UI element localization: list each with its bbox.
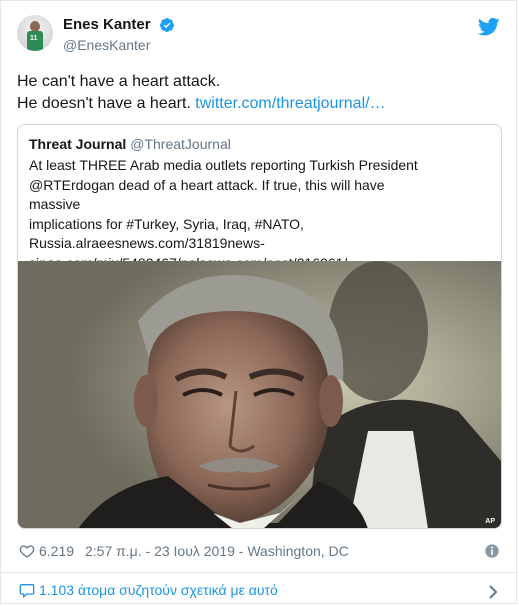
like-count[interactable]: 6.219	[39, 541, 74, 561]
info-icon[interactable]	[484, 543, 500, 559]
conversation-link[interactable]: 1.103 άτομα συζητούν σχετικά με αυτό	[17, 579, 500, 601]
footer-divider	[1, 572, 516, 573]
quoted-text-line: At least THREE Arab media outlets report…	[29, 157, 418, 173]
conversation-label: 1.103 άτομα συζητούν σχετικά με αυτό	[39, 582, 278, 598]
tweet-line-2: He doesn't have a heart. twitter.com/thr…	[17, 93, 500, 115]
quoted-text-line: implications for #Turkey, Syria, Iraq, #…	[29, 215, 304, 232]
heart-icon[interactable]	[19, 543, 35, 559]
jersey-number: 11	[30, 35, 38, 42]
tweet-meta: 6.219 2:57 π.μ. - 23 Ιουλ 2019 - Washing…	[17, 541, 500, 561]
tweet-card: 11 Enes Kanter @EnesKanter He can't have…	[0, 0, 517, 604]
speech-bubble-icon	[19, 582, 35, 599]
tweet-timestamp[interactable]: 2:57 π.μ. - 23 Ιουλ 2019 - Washington, D…	[85, 541, 349, 561]
tweet-text: He can't have a heart attack. He doesn't…	[17, 71, 500, 115]
quoted-tweet-text: At least THREE Arab media outlets report…	[29, 156, 439, 273]
quoted-tweet-link[interactable]: twitter.com/threatjournal/…	[195, 95, 385, 112]
photo-credit: AP	[485, 518, 495, 525]
quoted-tweet-photo[interactable]: AP	[18, 261, 501, 528]
author-display-name[interactable]: Enes Kanter	[63, 16, 151, 34]
quoted-author-handle: @ThreatJournal	[130, 136, 231, 152]
chevron-right-icon	[488, 583, 498, 599]
author-handle[interactable]: @EnesKanter	[63, 37, 175, 54]
twitter-bird-icon[interactable]	[477, 17, 500, 37]
tweet-header: 11 Enes Kanter @EnesKanter	[17, 15, 500, 59]
verified-badge-icon	[159, 17, 175, 33]
quoted-text-line: Russia.alraeesnews.com/31819news-	[29, 235, 265, 251]
tweet-line-2-text: He doesn't have a heart.	[17, 95, 196, 112]
quoted-tweet[interactable]: Threat Journal @ThreatJournal At least TH…	[17, 124, 502, 529]
author-names: Enes Kanter @EnesKanter	[63, 16, 175, 54]
quoted-author-name: Threat Journal	[29, 136, 127, 152]
avatar[interactable]: 11	[17, 15, 53, 51]
tweet-line-1: He can't have a heart attack.	[17, 73, 221, 90]
quoted-text-line: @RTErdogan dead of a heart attack. If tr…	[29, 176, 385, 213]
portrait-illustration	[18, 261, 501, 528]
quoted-tweet-header: Threat Journal @ThreatJournal	[29, 135, 231, 153]
